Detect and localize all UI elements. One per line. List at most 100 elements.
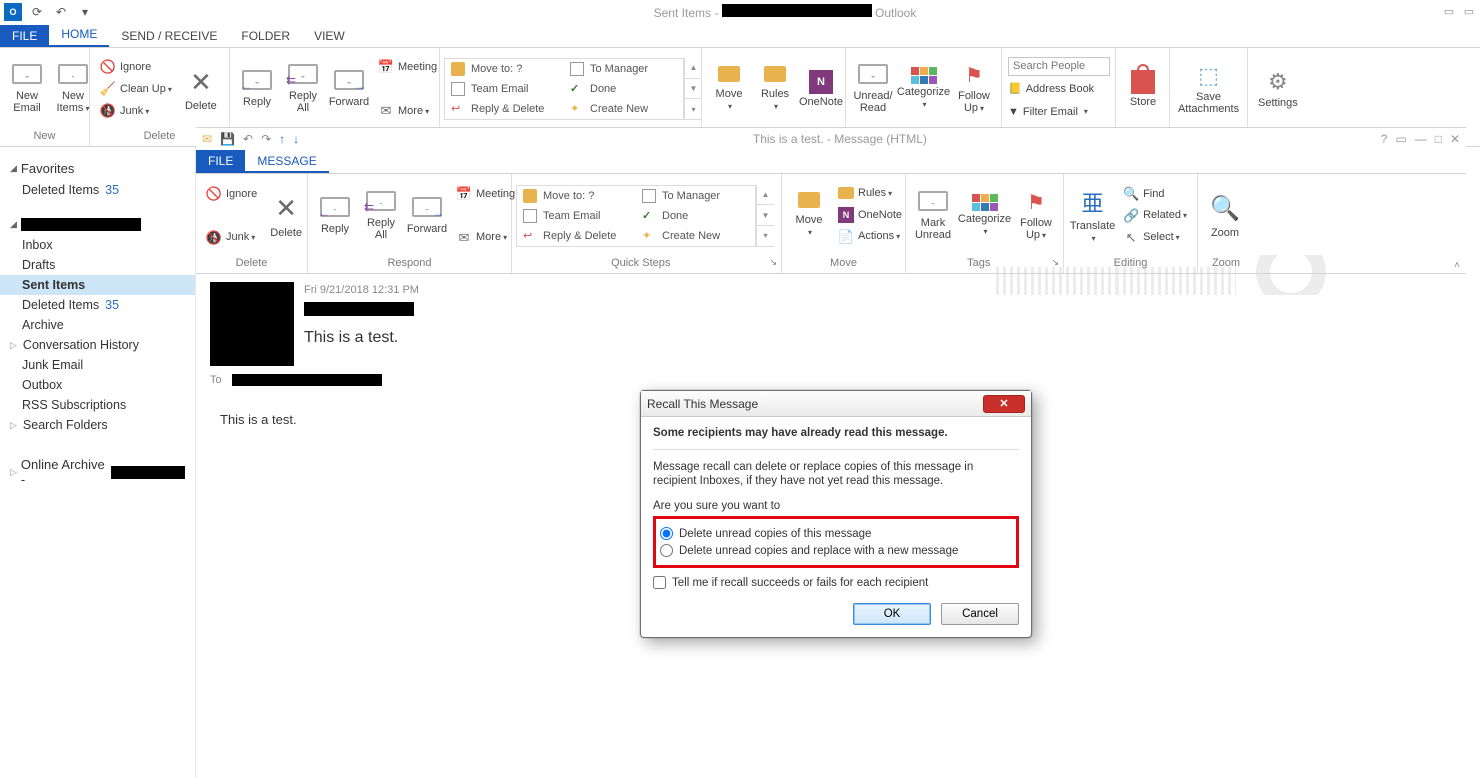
msg-delete-button[interactable]: ✕Delete — [265, 191, 307, 241]
qs-scroll[interactable]: ▲▼▾ — [756, 185, 774, 247]
qs-item[interactable]: ✓Done — [636, 206, 755, 226]
qat-customize-icon[interactable]: ▾ — [76, 3, 94, 21]
online-archive-header[interactable]: ▷Online Archive - — [0, 453, 195, 491]
tab-folder[interactable]: FOLDER — [229, 25, 302, 47]
qs-item[interactable]: ✦Create New — [564, 99, 683, 119]
recall-option-delete[interactable]: Delete unread copies of this message — [660, 525, 1012, 542]
window-button[interactable]: ▭ — [1460, 2, 1478, 20]
save-icon[interactable]: 💾 — [220, 132, 235, 146]
qs-item[interactable]: To Manager — [564, 59, 683, 79]
qs-item[interactable]: Move to: ? — [445, 59, 564, 79]
help-icon[interactable]: ? — [1381, 132, 1388, 146]
msg-more-button[interactable]: ✉More▾ — [452, 228, 519, 248]
qs-item[interactable]: To Manager — [636, 186, 755, 206]
related-button[interactable]: 🔗Related▾ — [1119, 206, 1191, 226]
msg-meeting-button[interactable]: 📅Meeting — [452, 184, 519, 204]
qat-undo-icon[interactable]: ↶ — [52, 3, 70, 21]
qs-item[interactable]: ✦Create New — [636, 226, 755, 246]
zoom-button[interactable]: 🔍Zoom — [1204, 191, 1246, 241]
undo-icon[interactable]: ↶ — [243, 132, 253, 146]
window-button[interactable]: ▭ — [1395, 132, 1406, 146]
msg-actions-button[interactable]: 📄Actions▾ — [834, 227, 906, 247]
new-email-button[interactable]: New Email — [6, 62, 48, 116]
delete-button[interactable]: ✕Delete — [180, 64, 222, 114]
collapse-ribbon-icon[interactable]: ˄ — [1454, 260, 1460, 271]
find-button[interactable]: 🔍Find — [1119, 184, 1191, 204]
msg-move-button[interactable]: Move▾ — [788, 190, 830, 241]
junk-button[interactable]: 🚯Junk▾ — [96, 101, 176, 121]
nav-item-outbox[interactable]: Outbox — [0, 375, 195, 395]
nav-item-rss[interactable]: RSS Subscriptions — [0, 395, 195, 415]
dialog-close-button[interactable]: ✕ — [983, 395, 1025, 413]
msg-reply-all-button[interactable]: ⇇Reply All — [360, 189, 402, 243]
nav-item-drafts[interactable]: Drafts — [0, 255, 195, 275]
nav-item-search-folders[interactable]: ▷ Search Folders — [0, 415, 195, 435]
ignore-button[interactable]: 🚫Ignore — [96, 57, 176, 77]
save-attachments-button[interactable]: ⬚Save Attachments — [1176, 61, 1241, 117]
close-button[interactable]: ✕ — [1450, 132, 1460, 146]
recall-notify-checkbox-row[interactable]: Tell me if recall succeeds or fails for … — [653, 576, 1019, 589]
account-header[interactable]: ◢ — [0, 214, 195, 235]
address-book-button[interactable]: 📒Address Book — [1008, 79, 1110, 99]
msg-quick-steps[interactable]: Move to: ? To Manager Team Email ✓Done ↩… — [516, 185, 756, 247]
msg-categorize-button[interactable]: Categorize▾ — [958, 192, 1011, 240]
maximize-button[interactable]: □ — [1435, 132, 1442, 146]
msg-rules-button[interactable]: Rules▾ — [834, 185, 906, 203]
more-respond-button[interactable]: ✉More▾ — [374, 101, 441, 121]
rules-button[interactable]: Rules▾ — [754, 64, 796, 115]
mark-unread-button[interactable]: Mark Unread — [912, 189, 954, 243]
new-items-button[interactable]: New Items▾ — [52, 62, 94, 117]
next-icon[interactable]: ↓ — [293, 132, 299, 146]
store-button[interactable]: Store — [1122, 68, 1164, 110]
unread-read-button[interactable]: Unread/ Read — [852, 62, 894, 116]
tab-sendreceive[interactable]: SEND / RECEIVE — [109, 25, 229, 47]
msg-onenote-button[interactable]: NOneNote — [834, 205, 906, 225]
qs-item[interactable]: Team Email — [445, 79, 564, 99]
qs-item[interactable]: Move to: ? — [517, 186, 636, 206]
dialog-titlebar[interactable]: Recall This Message ✕ — [641, 391, 1031, 417]
translate-button[interactable]: 亜Translate▾ — [1070, 184, 1115, 247]
radio-replace[interactable] — [660, 544, 673, 557]
tab-view[interactable]: VIEW — [302, 25, 357, 47]
forward-button[interactable]: →Forward — [328, 68, 370, 110]
select-button[interactable]: ↖Select▾ — [1119, 228, 1191, 248]
nav-item-inbox[interactable]: Inbox — [0, 235, 195, 255]
move-button[interactable]: Move▾ — [708, 64, 750, 115]
msg-reply-button[interactable]: ←Reply — [314, 195, 356, 237]
qs-item[interactable]: ✓Done — [564, 79, 683, 99]
msg-followup-button[interactable]: ⚑Follow Up▾ — [1015, 188, 1057, 244]
msg-ignore-button[interactable]: 🚫Ignore — [202, 184, 261, 204]
qs-item[interactable]: ↩Reply & Delete — [445, 99, 564, 119]
nav-item-conv-history[interactable]: ▷ Conversation History — [0, 335, 195, 355]
quick-steps-gallery[interactable]: Move to: ? To Manager Team Email ✓Done ↩… — [444, 58, 684, 120]
qs-item[interactable]: Team Email — [517, 206, 636, 226]
prev-icon[interactable]: ↑ — [279, 132, 285, 146]
onenote-button[interactable]: NOneNote — [800, 68, 842, 110]
categorize-button[interactable]: Categorize▾ — [898, 65, 949, 113]
nav-item[interactable]: Deleted Items35 — [0, 180, 195, 200]
msg-junk-button[interactable]: 🚯Junk▾ — [202, 228, 261, 248]
reply-all-button[interactable]: ⇇Reply All — [282, 62, 324, 116]
filter-email-button[interactable]: ▼Filter Email▾ — [1008, 102, 1110, 122]
minimize-button[interactable]: — — [1415, 132, 1427, 146]
qs-scroll[interactable]: ▲▼▾ — [684, 58, 702, 120]
radio-delete[interactable] — [660, 527, 673, 540]
nav-item-deleted[interactable]: Deleted Items35 — [0, 295, 195, 315]
favorites-header[interactable]: ◢Favorites — [0, 157, 195, 180]
qs-item[interactable]: ↩Reply & Delete — [517, 226, 636, 246]
tab-home[interactable]: HOME — [49, 23, 109, 47]
reply-button[interactable]: ←Reply — [236, 68, 278, 110]
tab-file[interactable]: FILE — [0, 25, 49, 47]
recall-notify-checkbox[interactable] — [653, 576, 666, 589]
meeting-button[interactable]: 📅Meeting — [374, 57, 441, 77]
qat-sendreceive-icon[interactable]: ⟳ — [28, 3, 46, 21]
redo-icon[interactable]: ↷ — [261, 132, 271, 146]
window-button[interactable]: ▭ — [1440, 2, 1458, 20]
nav-item-junk[interactable]: Junk Email — [0, 355, 195, 375]
followup-button[interactable]: ⚑Follow Up▾ — [953, 61, 995, 117]
cleanup-button[interactable]: 🧹Clean Up▾ — [96, 79, 176, 99]
search-people-input[interactable] — [1008, 57, 1110, 76]
msg-tab-file[interactable]: FILE — [196, 150, 245, 173]
msg-tab-message[interactable]: MESSAGE — [245, 150, 328, 173]
nav-item-archive[interactable]: Archive — [0, 315, 195, 335]
